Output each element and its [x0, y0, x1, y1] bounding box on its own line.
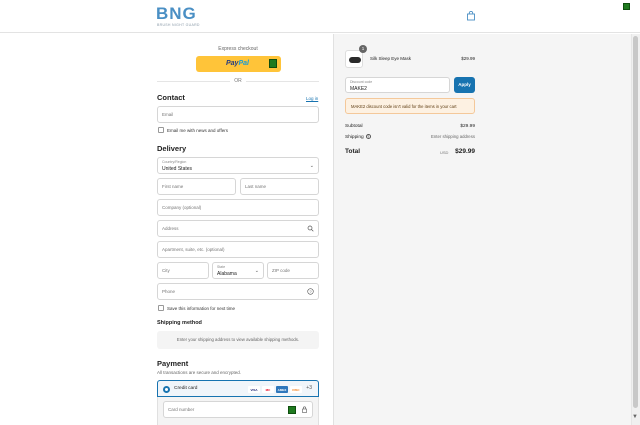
save-info-checkbox[interactable]	[158, 305, 164, 311]
info-icon[interactable]: ?	[365, 134, 371, 139]
phone-placeholder: Phone	[162, 289, 176, 294]
credit-card-radio[interactable]	[163, 386, 170, 393]
country-select[interactable]: Country/Region United States ⌄	[157, 157, 319, 174]
card-brand-logos: VISA MC AMEX DISC	[248, 386, 302, 393]
state-select[interactable]: State Alabama ⌄	[212, 262, 264, 279]
last-name-field[interactable]: Last name	[240, 178, 319, 195]
more-card-brands: +3	[306, 385, 312, 391]
search-icon	[307, 225, 314, 232]
contact-heading: Contact	[157, 93, 185, 102]
visa-logo-icon: VISA	[248, 386, 260, 393]
email-field[interactable]: Email	[157, 106, 319, 123]
shipping-method-heading: Shipping method	[157, 320, 202, 326]
card-number-field[interactable]: Card number	[163, 401, 313, 418]
delivery-heading: Delivery	[157, 144, 187, 153]
apply-discount-button[interactable]: Apply	[454, 77, 475, 93]
brand-logo[interactable]: BNG BRUSH NIGHT GUARD	[156, 4, 200, 29]
chevron-down-icon: ⌄	[309, 163, 314, 169]
discover-logo-icon: DISC	[290, 386, 302, 393]
first-name-field[interactable]: First name	[157, 178, 236, 195]
extension-badge	[269, 59, 277, 68]
card-number-placeholder: Card number	[168, 407, 195, 412]
apartment-field[interactable]: Apartment, suite, etc. (optional)	[157, 241, 319, 258]
apartment-placeholder: Apartment, suite, etc. (optional)	[162, 247, 225, 252]
svg-text:?: ?	[309, 289, 312, 294]
eye-mask-image	[349, 57, 361, 63]
phone-field[interactable]: Phone ?	[157, 283, 319, 300]
scrollbar-thumb[interactable]	[633, 36, 638, 408]
state-value: Alabama	[217, 271, 237, 277]
paypal-button[interactable]: PayPal	[196, 56, 281, 72]
mastercard-logo-icon: MC	[262, 386, 274, 393]
address-field[interactable]: Address	[157, 220, 319, 237]
paypal-logo: PayPal	[226, 60, 249, 67]
shipping-method-placeholder-box: Enter your shipping address to view avai…	[157, 331, 319, 349]
shipping-summary-row: Shipping?	[345, 134, 371, 140]
country-value: United States	[162, 166, 193, 172]
product-thumbnail	[345, 50, 363, 68]
save-info-label: Save this information for next time	[167, 306, 236, 311]
last-name-placeholder: Last name	[245, 184, 267, 189]
shipping-method-message: Enter your shipping address to view avai…	[176, 337, 300, 342]
subtotal-value: $29.99	[460, 124, 475, 129]
company-placeholder: Company (optional)	[162, 205, 202, 210]
shipping-summary-value: Enter shipping address	[431, 134, 475, 139]
payment-heading: Payment	[157, 359, 189, 368]
total-value: $29.99	[455, 148, 475, 155]
or-divider-label: OR	[230, 78, 246, 84]
newsletter-checkbox[interactable]	[158, 127, 164, 133]
zip-placeholder: ZIP code	[272, 268, 290, 273]
site-header: BNG BRUSH NIGHT GUARD	[0, 0, 640, 33]
scroll-down-arrow-icon[interactable]: ▼	[632, 414, 638, 420]
quantity-badge: 1	[359, 45, 367, 53]
credit-card-option[interactable]: Credit card VISA MC AMEX DISC +3	[157, 380, 319, 397]
express-checkout-label: Express checkout	[218, 46, 258, 52]
total-label: Total	[345, 148, 361, 155]
login-link[interactable]: Log in	[306, 96, 318, 101]
chevron-down-icon: ⌄	[254, 268, 259, 274]
extension-badge	[288, 406, 296, 414]
brand-name: BNG	[156, 4, 197, 23]
first-name-placeholder: First name	[162, 184, 184, 189]
subtotal-label: Subtotal	[345, 124, 363, 129]
address-placeholder: Address	[162, 226, 179, 231]
product-name: Silk Sleep Eye Mask	[370, 56, 412, 61]
discount-code-field[interactable]: Discount code MAKE2	[345, 77, 450, 93]
discount-code-label: Discount code	[350, 80, 373, 84]
zip-field[interactable]: ZIP code	[267, 262, 319, 279]
product-price: $29.99	[461, 56, 475, 61]
email-placeholder: Email	[162, 112, 174, 117]
company-field[interactable]: Company (optional)	[157, 199, 319, 216]
discount-error-message: MAKE2 discount code isn't valid for the …	[351, 104, 457, 109]
shipping-summary-label: Shipping	[345, 134, 364, 140]
payment-subtitle: All transactions are secure and encrypte…	[157, 370, 242, 375]
city-placeholder: City	[162, 268, 170, 273]
help-icon[interactable]: ?	[307, 288, 314, 295]
amex-logo-icon: AMEX	[276, 386, 288, 393]
discount-code-value: MAKE2	[350, 86, 367, 92]
extension-badge	[623, 3, 630, 10]
country-label: Country/Region	[162, 160, 187, 164]
brand-tagline: BRUSH NIGHT GUARD	[157, 23, 200, 27]
credit-card-label: Credit card	[174, 386, 198, 391]
shopping-bag-icon[interactable]	[466, 11, 476, 21]
lock-icon	[302, 406, 307, 413]
discount-error-banner: MAKE2 discount code isn't valid for the …	[345, 98, 475, 114]
state-label: State	[217, 265, 226, 269]
total-currency: USD	[440, 150, 449, 155]
city-field[interactable]: City	[157, 262, 209, 279]
newsletter-label: Email me with news and offers	[167, 128, 228, 133]
